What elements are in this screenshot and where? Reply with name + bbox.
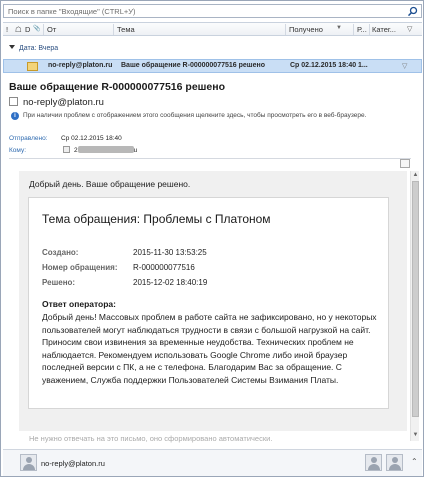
field-number-label: Номер обращения:: [42, 263, 118, 272]
field-resolved-value: 2015-12-02 18:40:19: [133, 278, 208, 287]
field-number-value: R-000000077516: [133, 263, 195, 272]
operator-label: Ответ оператора:: [42, 299, 116, 309]
to-line: Кому: 2 u: [9, 146, 137, 154]
column-subject[interactable]: Тема: [117, 25, 135, 34]
sent-line: Отправлено: Ср 02.12.2015 18:40: [9, 135, 122, 142]
field-resolved-label: Решено:: [42, 278, 76, 287]
row-from: no-reply@platon.ru: [48, 62, 113, 69]
field-created-label: Создано:: [42, 248, 79, 257]
redacted-address: [77, 146, 134, 153]
envelope-icon: [27, 62, 38, 71]
scroll-down-icon[interactable]: ▼: [412, 432, 419, 439]
contact-card-icon: [9, 97, 18, 106]
field-number: Номер обращения: R-000000077516: [42, 263, 195, 272]
row-subject: Ваше обращение R-000000077516 решено: [121, 62, 266, 69]
ticket-title: Тема обращения: Проблемы с Платоном: [42, 212, 271, 226]
operator-text: Добрый день! Массовых проблем в работе с…: [42, 312, 377, 385]
mail-list-row-selected[interactable]: no-reply@platon.ru Ваше обращение R-0000…: [3, 59, 422, 73]
search-placeholder: Поиск в папке "Входящие" (CTRL+У): [8, 7, 136, 16]
importance-column-icon[interactable]: !: [6, 25, 8, 34]
expand-header-icon[interactable]: [400, 159, 410, 168]
column-received[interactable]: Получено: [289, 25, 323, 34]
email-body: Добрый день. Ваше обращение решено. Тема…: [19, 171, 407, 443]
header-divider: [9, 158, 411, 159]
attachment-column-icon[interactable]: 📎: [33, 25, 40, 32]
infobar-text: При наличии проблем с отображением этого…: [23, 112, 367, 119]
field-created: Создано: 2015-11-30 13:53:25: [42, 248, 207, 257]
infobar[interactable]: i При наличии проблем с отображением этог…: [11, 112, 386, 121]
type-column-icon[interactable]: D: [25, 25, 30, 34]
column-size[interactable]: Р...: [357, 25, 367, 34]
reading-subject: Ваше обращение R-000000077516 решено: [9, 81, 226, 93]
reading-sender[interactable]: no-reply@platon.ru: [9, 97, 104, 108]
expand-pane-icon[interactable]: ⌃: [411, 457, 418, 466]
scroll-thumb[interactable]: [412, 181, 419, 417]
search-box[interactable]: Поиск в папке "Входящие" (CTRL+У): [3, 4, 422, 18]
sort-chevron-icon: ▼: [336, 25, 342, 31]
body-scrollbar[interactable]: ▲ ▼: [410, 171, 419, 441]
sent-label: Отправлено:: [9, 135, 48, 142]
reminder-column-icon[interactable]: ☖: [15, 25, 22, 34]
row-received: Ср 02.12.2015 18:40: [290, 62, 357, 69]
email-greeting: Добрый день. Ваше обращение решено.: [29, 179, 191, 189]
column-category[interactable]: Катег...: [372, 25, 396, 34]
auto-footer: Не нужно отвечать на это письмо, оно сфо…: [29, 434, 273, 443]
collapse-triangle-icon[interactable]: [9, 45, 15, 49]
flag-icon[interactable]: ▽: [402, 62, 407, 70]
column-header: ! ☖ D 📎 От Тема Получено ▼ Р... Катег...…: [3, 22, 422, 36]
to-label: Кому:: [9, 147, 26, 154]
field-created-value: 2015-11-30 13:53:25: [133, 248, 207, 257]
search-icon[interactable]: [407, 6, 418, 17]
sender-address: no-reply@platon.ru: [23, 97, 104, 108]
row-size: 1...: [358, 62, 368, 69]
column-from[interactable]: От: [47, 25, 56, 34]
people-pane: no-reply@platon.ru ⌃: [3, 449, 422, 476]
ticket-card: Тема обращения: Проблемы с Платоном Созд…: [28, 197, 389, 409]
group-label: Дата: Вчера: [19, 45, 59, 52]
recipient-icon: [63, 146, 70, 153]
contact-avatar-2[interactable]: [386, 454, 403, 471]
scroll-up-icon[interactable]: ▲: [412, 172, 419, 179]
to-suffix: u: [133, 147, 138, 154]
field-resolved: Решено: 2015-12-02 18:40:19: [42, 278, 207, 287]
people-pane-name[interactable]: no-reply@platon.ru: [41, 459, 105, 468]
sender-avatar[interactable]: [20, 454, 37, 471]
filter-icon[interactable]: ▽: [407, 25, 412, 33]
outlook-window: Поиск в папке "Входящие" (CTRL+У) ! ☖ D …: [0, 0, 424, 477]
contact-avatar-1[interactable]: [365, 454, 382, 471]
group-header-yesterday[interactable]: Дата: Вчера: [9, 45, 58, 52]
info-icon: i: [11, 112, 19, 120]
sent-value: Ср 02.12.2015 18:40: [61, 135, 122, 142]
